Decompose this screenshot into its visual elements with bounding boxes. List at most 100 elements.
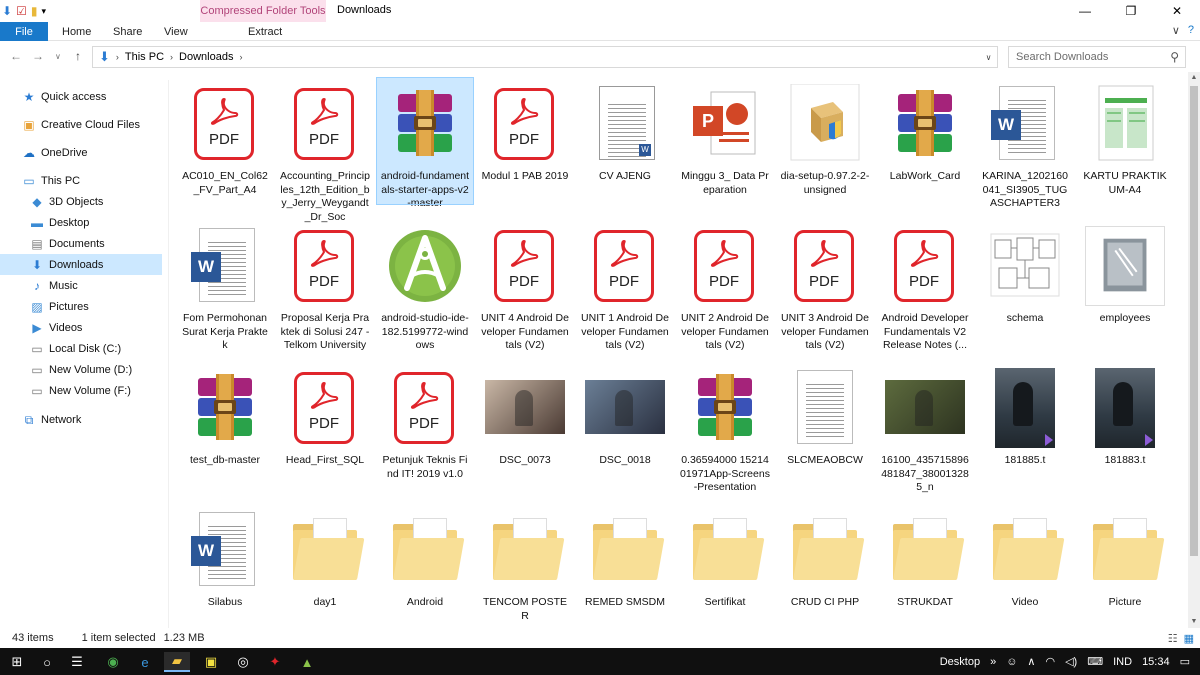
android-studio-icon[interactable]: ▲ (294, 652, 320, 672)
volume-icon[interactable]: ◁) (1065, 655, 1077, 668)
edge-icon[interactable]: e (132, 652, 158, 672)
file-item[interactable]: PDF Head_First_SQL (277, 362, 373, 468)
file-item[interactable]: CRUD CI PHP (777, 504, 873, 610)
sidebar-item-this-pc[interactable]: ▭ This PC (22, 170, 80, 191)
notifications-icon[interactable]: ▭ (1180, 655, 1190, 668)
file-item[interactable]: 0.36594000 1521401971App-Screens-Present… (677, 362, 773, 495)
show-hidden-icons-icon[interactable]: ∧ (1027, 655, 1035, 668)
sidebar-item-music[interactable]: ♪ Music (30, 275, 78, 296)
down-arrow-icon[interactable]: ⬇ (2, 3, 12, 19)
file-item[interactable]: PDF Petunjuk Teknis Find IT! 2019 v1.0 (377, 362, 473, 481)
vertical-scrollbar[interactable]: ▲ ▼ (1188, 72, 1200, 628)
file-item[interactable]: PDF Modul 1 PAB 2019 (477, 78, 573, 184)
properties-icon[interactable]: ☑ (16, 3, 27, 19)
language-indicator[interactable]: IND (1113, 656, 1132, 668)
acrobat-icon[interactable]: ✦ (262, 652, 288, 672)
qat-dropdown-icon[interactable]: ▾ (41, 3, 46, 19)
file-item[interactable]: P Minggu 3_ Data Preparation (677, 78, 773, 197)
file-item[interactable]: 16100_435715896481847_380013285_n (877, 362, 973, 495)
sticky-notes-icon[interactable]: ▣ (198, 652, 224, 672)
file-item[interactable]: dia-setup-0.97.2-2-unsigned (777, 78, 873, 197)
ribbon-collapse-icon[interactable]: ∨ (1172, 24, 1180, 37)
file-item[interactable]: PDF UNIT 1 Android Developer Fundamentals… (577, 220, 673, 353)
tab-view[interactable]: View (164, 22, 188, 41)
file-item[interactable]: schema (977, 220, 1073, 326)
file-item[interactable]: PDF UNIT 3 Android Developer Fundamentals… (777, 220, 873, 353)
recent-locations-icon[interactable]: ∨ (55, 52, 61, 61)
scroll-down-icon[interactable]: ▼ (1188, 616, 1200, 628)
task-view-icon[interactable]: ☰ (64, 652, 90, 672)
tray-overflow-icon[interactable]: » (990, 656, 996, 668)
file-item[interactable]: 181885.t (977, 362, 1073, 468)
tab-file[interactable]: File (0, 22, 48, 41)
file-item[interactable]: LabWork_Card (877, 78, 973, 184)
sidebar-item-network[interactable]: ⧉ Network (22, 409, 82, 430)
sidebar-item-quick-access[interactable]: ★ Quick access (22, 86, 107, 107)
file-item[interactable]: Android (377, 504, 473, 610)
new-folder-icon[interactable]: ▮ (31, 3, 38, 19)
search-icon[interactable]: ⚲ (1170, 50, 1179, 64)
file-item[interactable]: PDF Proposal Kerja Praktek di Solusi 247 … (277, 220, 373, 353)
people-icon[interactable]: ☺ (1006, 656, 1017, 668)
large-icons-view-icon[interactable]: ▦ (1184, 632, 1194, 645)
sidebar-item-local-disk-c[interactable]: ▭ Local Disk (C:) (30, 338, 121, 359)
file-explorer-icon[interactable]: ▰ (164, 652, 190, 672)
file-item[interactable]: PDF Android Developer Fundamentals V2 Rel… (877, 220, 973, 353)
forward-arrow-icon[interactable]: → (32, 49, 44, 63)
file-item[interactable]: PDF AC010_EN_Col62_FV_Part_A4 (177, 78, 273, 197)
scrollbar-thumb[interactable] (1190, 86, 1198, 556)
help-icon[interactable]: ? (1188, 24, 1194, 37)
file-item[interactable]: DSC_0018 (577, 362, 673, 468)
sidebar-item-videos[interactable]: ▶ Videos (30, 317, 82, 338)
file-item[interactable]: KARTU PRAKTIKUM-A4 (1077, 78, 1173, 197)
windows-start-icon[interactable]: ⊞ (4, 652, 30, 672)
file-item[interactable]: W Fom Permohonan Surat Kerja Praktek (177, 220, 273, 353)
keyboard-icon[interactable]: ⌨ (1087, 655, 1103, 668)
sidebar-item-onedrive[interactable]: ☁ OneDrive (22, 142, 87, 163)
wifi-icon[interactable]: ◠ (1045, 655, 1055, 668)
sidebar-item-desktop[interactable]: ▬ Desktop (30, 212, 89, 233)
file-item[interactable]: PDF UNIT 2 Android Developer Fundamentals… (677, 220, 773, 353)
sidebar-item-3d-objects[interactable]: ◆ 3D Objects (30, 191, 103, 212)
sidebar-item-pictures[interactable]: ▨ Pictures (30, 296, 88, 317)
address-dropdown-icon[interactable]: ∨ (979, 46, 998, 68)
close-button[interactable]: ✕ (1154, 0, 1200, 22)
file-item[interactable]: SLCMEAOBCW (777, 362, 873, 468)
sidebar-item-new-volume-f[interactable]: ▭ New Volume (F:) (30, 380, 131, 401)
file-item[interactable]: PDF UNIT 4 Android Developer Fundamentals… (477, 220, 573, 353)
file-item[interactable]: REMED SMSDM (577, 504, 673, 610)
file-item[interactable]: android-fundamentals-starter-apps-v2-mas… (376, 77, 474, 209)
clock[interactable]: 15:34 (1142, 656, 1170, 668)
file-item[interactable]: W Silabus (177, 504, 273, 610)
file-item[interactable]: Video (977, 504, 1073, 610)
pane-divider[interactable] (168, 80, 169, 628)
chrome-icon[interactable]: ◉ (100, 652, 126, 672)
file-item[interactable]: test_db-master (177, 362, 273, 468)
desktop-toolbar-label[interactable]: Desktop (940, 656, 980, 668)
details-view-icon[interactable]: ☷ (1168, 632, 1178, 645)
file-item[interactable]: 181883.t (1077, 362, 1173, 468)
tab-extract[interactable]: Extract (248, 22, 282, 41)
file-item[interactable]: Picture (1077, 504, 1173, 610)
search-input[interactable]: Search Downloads ⚲ (1008, 46, 1186, 68)
file-item[interactable]: W CV AJENG (577, 78, 673, 184)
up-arrow-icon[interactable]: ↑ (75, 49, 81, 63)
file-item[interactable]: Sertifikat (677, 504, 773, 610)
breadcrumb-downloads[interactable]: Downloads (179, 51, 233, 63)
tab-share[interactable]: Share (113, 22, 142, 41)
compressed-folder-tools-tab[interactable]: Compressed Folder Tools (200, 0, 326, 22)
file-item[interactable]: W KARINA_1202160041_SI3905_TUGASCHAPTER3 (977, 78, 1073, 211)
back-arrow-icon[interactable]: ← (10, 49, 22, 63)
file-item[interactable]: DSC_0073 (477, 362, 573, 468)
file-item[interactable]: day1 (277, 504, 373, 610)
file-item[interactable]: android-studio-ide-182.5199772-windows (377, 220, 473, 353)
sidebar-item-documents[interactable]: ▤ Documents (30, 233, 104, 254)
scroll-up-icon[interactable]: ▲ (1188, 72, 1200, 84)
search-circle-icon[interactable]: ○ (34, 652, 60, 672)
maximize-button[interactable]: ❐ (1108, 0, 1154, 22)
camera-icon[interactable]: ◎ (230, 652, 256, 672)
file-item[interactable]: TENCOM POSTER (477, 504, 573, 623)
sidebar-item-creative-cloud-files[interactable]: ▣ Creative Cloud Files (22, 114, 140, 135)
file-item[interactable]: PDF Accounting_Principles_12th_Edition_by… (277, 78, 373, 224)
file-item[interactable]: STRUKDAT (877, 504, 973, 610)
